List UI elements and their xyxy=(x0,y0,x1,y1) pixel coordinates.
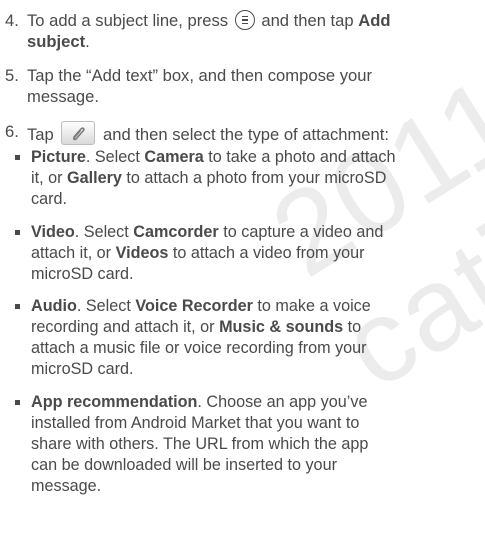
paperclip-icon xyxy=(61,121,96,145)
attachment-item-picture: Picture. Select Camera to take a photo a… xyxy=(0,147,395,210)
ui-label: subject xyxy=(27,32,86,51)
item-text: it, or xyxy=(31,169,67,187)
step-text: and then select the type of attachment: xyxy=(103,125,389,144)
step-text: To add a subject line, press xyxy=(27,11,229,30)
bullet xyxy=(15,400,20,405)
item-text: to take a photo and attach xyxy=(203,148,396,166)
attachment-item-app-recommendation: App recommendation. Choose an app you’ve… xyxy=(0,392,368,497)
ui-label: Videos xyxy=(115,244,169,262)
item-line: card. xyxy=(31,190,67,208)
item-line: microSD card. xyxy=(31,265,134,283)
step-text: . xyxy=(85,32,90,51)
attachment-item-video: Video. Select Camcorder to capture a vid… xyxy=(0,222,383,285)
item-line: message. xyxy=(31,477,102,495)
step-text: Tap xyxy=(27,125,54,144)
step-5: 5. Tap the “Add text” box, and then comp… xyxy=(0,65,372,107)
step-4: 4. To add a subject line, press and then… xyxy=(0,10,391,52)
step-text-line: Tap and then select the type of attachme… xyxy=(27,121,389,145)
ui-label: Gallery xyxy=(66,169,122,187)
bullet xyxy=(15,304,20,309)
item-line: attach a music file or voice recording f… xyxy=(31,339,367,357)
bullet xyxy=(15,230,20,235)
step-6: 6. Tap and then select the type of attac… xyxy=(0,121,389,145)
step-text-line: Tap the “Add text” box, and then compose… xyxy=(27,66,372,85)
item-line: can be downloaded will be inserted to yo… xyxy=(31,456,337,474)
item-line: App recommendation. Choose an app you’ve xyxy=(31,392,368,413)
step-text-line: subject. xyxy=(27,31,391,52)
item-line: installed from Android Market that you w… xyxy=(31,414,360,432)
item-text: attach it, or xyxy=(31,244,116,262)
item-text: to xyxy=(343,318,362,336)
ui-label: Camcorder xyxy=(133,223,219,241)
item-text: . Select xyxy=(76,297,136,315)
item-line: share with others. The URL from which th… xyxy=(31,435,369,453)
step-number: 4. xyxy=(5,11,19,30)
step-number: 6. xyxy=(5,122,19,141)
ui-label: Voice Recorder xyxy=(135,297,253,315)
item-text: to make a voice xyxy=(252,297,371,315)
item-text: to attach a photo from your microSD xyxy=(121,169,387,187)
item-title: Audio xyxy=(31,297,77,315)
item-line: it, or Gallery to attach a photo from yo… xyxy=(31,168,395,189)
item-line: recording and attach it, or Music & soun… xyxy=(31,317,371,338)
item-text: . Choose an app you’ve xyxy=(197,393,368,411)
item-text: . Select xyxy=(74,223,134,241)
step-text-line: To add a subject line, press and then ta… xyxy=(27,10,391,31)
bullet xyxy=(15,155,20,160)
attachment-item-audio: Audio. Select Voice Recorder to make a v… xyxy=(0,296,371,380)
item-text: to capture a video and xyxy=(218,223,384,241)
item-line: microSD card. xyxy=(31,360,134,378)
item-text: recording and attach it, or xyxy=(31,318,220,336)
ui-label: Add xyxy=(358,11,391,30)
item-line: Audio. Select Voice Recorder to make a v… xyxy=(31,296,371,317)
item-text: . Select xyxy=(85,148,145,166)
item-line: attach it, or Videos to attach a video f… xyxy=(31,243,383,264)
ui-label: Music & sounds xyxy=(219,318,344,336)
step-number: 5. xyxy=(5,66,19,85)
item-title: Picture xyxy=(31,148,86,166)
item-line: Picture. Select Camera to take a photo a… xyxy=(31,147,395,168)
ui-label: Camera xyxy=(144,148,204,166)
item-line: Video. Select Camcorder to capture a vid… xyxy=(31,222,383,243)
step-text: and then tap xyxy=(261,11,354,30)
step-text-line: message. xyxy=(27,87,99,106)
item-title: Video xyxy=(31,223,75,241)
item-text: to attach a video from your xyxy=(168,244,365,262)
menu-key-icon xyxy=(234,10,255,30)
item-title: App recommendation xyxy=(31,393,198,411)
